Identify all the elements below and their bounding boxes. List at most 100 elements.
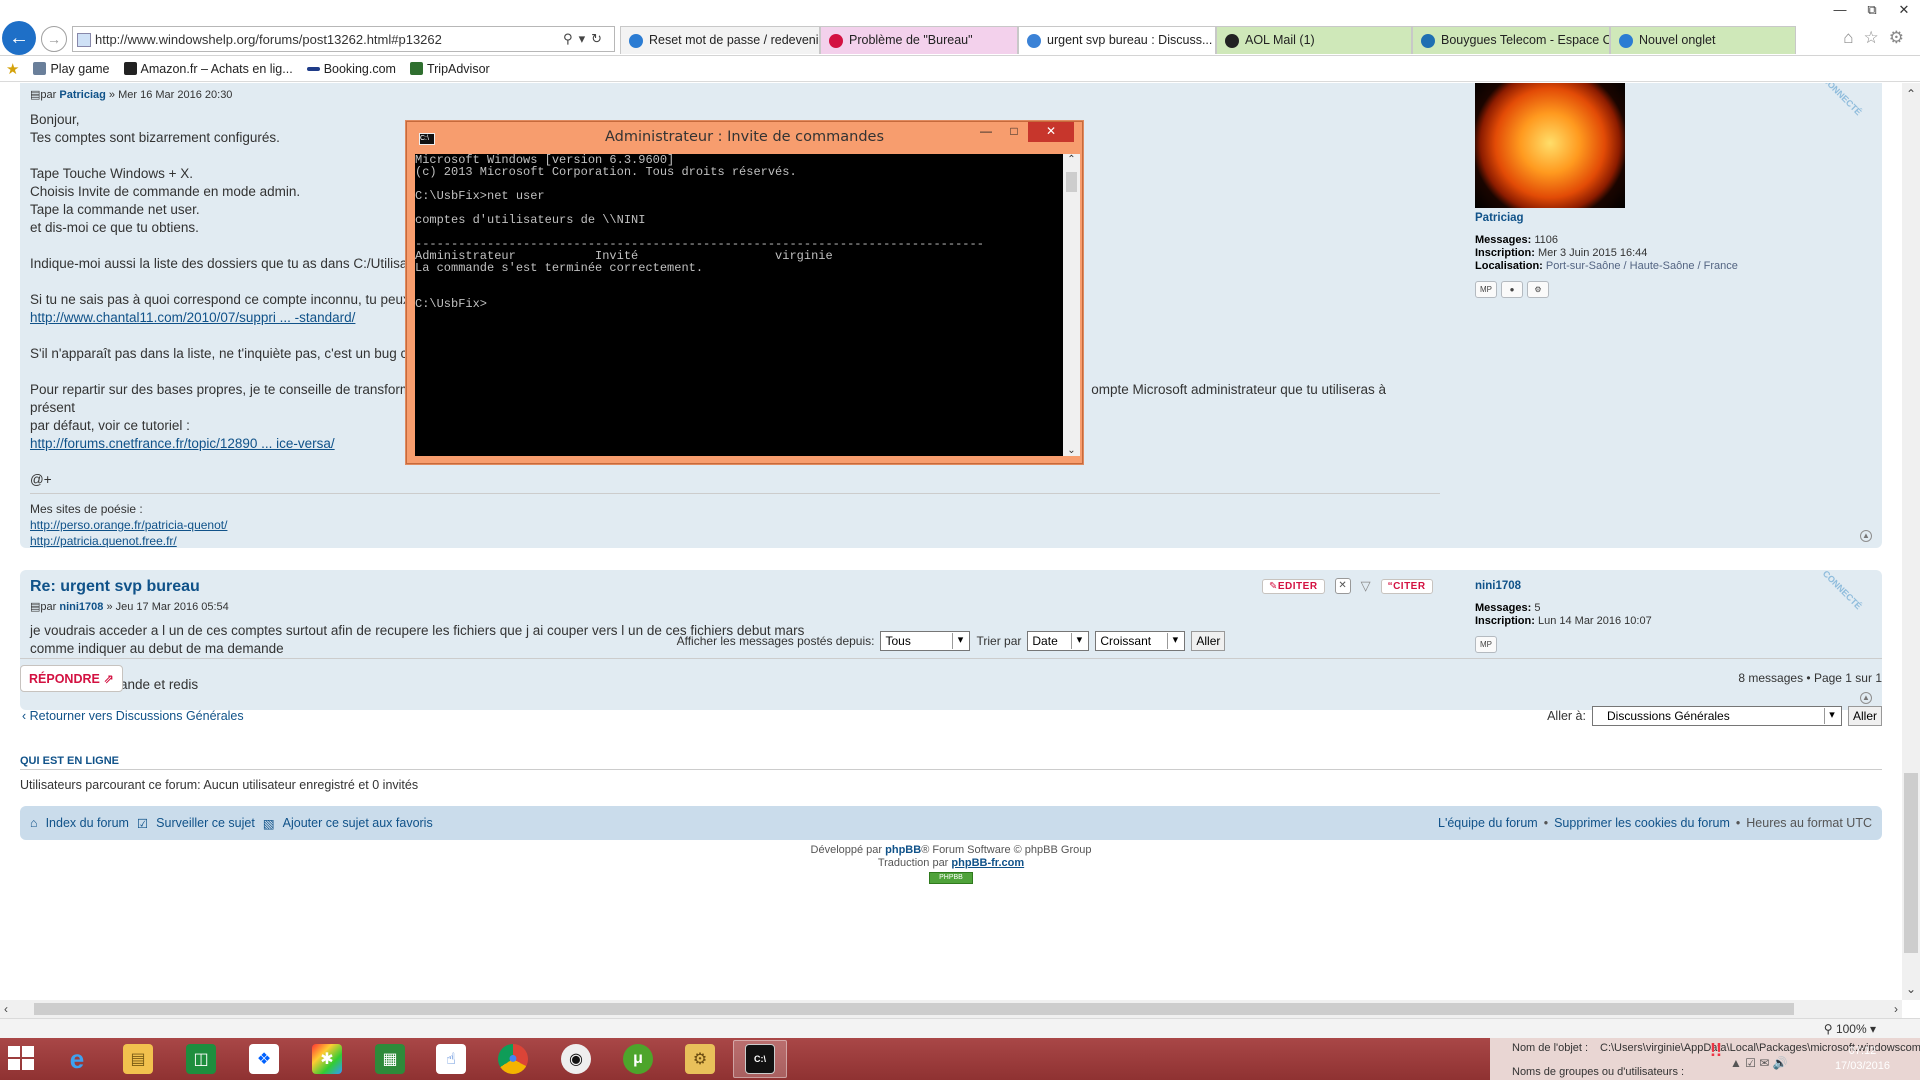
jump-to: Aller à: Discussions Générales Aller xyxy=(1547,706,1882,726)
amazon-icon xyxy=(123,62,137,75)
photo-app-icon: ✱ xyxy=(312,1044,342,1074)
cmd-scroll-thumb[interactable] xyxy=(1066,172,1077,192)
sort-key-select[interactable]: Date xyxy=(1027,631,1090,651)
warning-icon[interactable]: !! xyxy=(1710,1040,1722,1061)
report-icon[interactable]: ▽ xyxy=(1361,578,1371,594)
clock[interactable]: 07:12 17/03/2016 xyxy=(1835,1044,1890,1074)
quote-button[interactable]: “CITER xyxy=(1380,578,1433,594)
taskbar-internet-explorer[interactable]: e xyxy=(50,1040,104,1078)
favorites-bar: ★ Play game Amazon.fr – Achats en lig...… xyxy=(0,56,1920,82)
post-author-line: ▤par Patriciag » Mer 16 Mar 2016 20:30 xyxy=(30,89,233,101)
tab-reset-password[interactable]: Reset mot de passe / redevenir... xyxy=(620,26,820,54)
taskbar-touch-app[interactable]: ☝ xyxy=(424,1040,478,1078)
scroll-left-icon[interactable]: ‹ xyxy=(4,1000,8,1018)
minimize-icon[interactable]: — xyxy=(1824,0,1856,22)
aol-icon xyxy=(1225,34,1239,48)
forward-arrow-icon[interactable]: → xyxy=(41,26,67,52)
profile-username[interactable]: Patriciag xyxy=(1475,212,1738,225)
taskbar-app-tools[interactable]: ⚙ xyxy=(673,1040,727,1078)
jump-go-button[interactable]: Aller xyxy=(1847,706,1882,726)
phpbb-seo-badge[interactable]: PHPBB SEO.COM xyxy=(929,872,973,891)
scroll-down-icon[interactable]: ⌄ xyxy=(1902,982,1920,996)
status-bar: ⚲ 100% ▾ xyxy=(0,1018,1920,1038)
scroll-down-icon[interactable]: ⌄ xyxy=(1063,445,1080,456)
phpbb-fr-link[interactable]: phpBB-fr.com xyxy=(951,857,1024,869)
cmd-minimize-icon[interactable]: — xyxy=(972,122,1000,142)
close-icon[interactable]: ✕ xyxy=(1888,0,1920,22)
cmd-maximize-icon[interactable]: □ xyxy=(1000,122,1028,142)
back-to-top-icon[interactable]: ▲ xyxy=(1860,530,1872,542)
taskbar-command-prompt[interactable]: C:\ xyxy=(733,1040,787,1078)
sort-order-select[interactable]: Croissant xyxy=(1095,631,1186,651)
favorites-star-icon[interactable]: ★ xyxy=(6,60,19,78)
scroll-up-icon[interactable]: ⌃ xyxy=(1902,87,1920,101)
reply-button[interactable]: RÉPONDRE ⇗ xyxy=(20,665,123,692)
divider xyxy=(20,658,1882,659)
phpbb-link[interactable]: phpBB xyxy=(885,844,921,856)
internet-explorer-icon: e xyxy=(69,1043,85,1074)
post-title[interactable]: Re: urgent svp bureau xyxy=(30,578,200,596)
display-select[interactable]: Tous xyxy=(880,631,971,651)
taskbar-dropbox[interactable]: ❖ xyxy=(237,1040,291,1078)
website-icon[interactable]: ● xyxy=(1501,281,1523,298)
taskbar-stormtrooper-app[interactable]: ◉ xyxy=(549,1040,603,1078)
taskbar-chrome[interactable]: ● xyxy=(486,1040,540,1078)
footer-bookmark-link[interactable]: Ajouter ce sujet aux favoris xyxy=(283,816,433,830)
start-button[interactable] xyxy=(8,1046,36,1072)
who-online-text: Utilisateurs parcourant ce forum: Aucun … xyxy=(20,778,419,792)
address-bar[interactable]: http://www.windowshelp.org/forums/post13… xyxy=(72,26,615,52)
sort-go-button[interactable]: Aller xyxy=(1191,631,1226,651)
tab-aol-mail[interactable]: AOL Mail (1) xyxy=(1216,26,1412,54)
vertical-scrollbar[interactable]: ⌃ ⌄ xyxy=(1902,83,1920,1000)
back-arrow-icon[interactable]: ← xyxy=(2,21,36,55)
taskbar-store[interactable]: ◫ xyxy=(174,1040,228,1078)
home-favorites-settings-icons[interactable]: ⌂☆⚙ xyxy=(1843,28,1914,48)
taskbar-utorrent[interactable]: μ xyxy=(611,1040,665,1078)
post-author-line: ▤par nini1708 » Jeu 17 Mar 2016 05:54 xyxy=(30,601,229,613)
horizontal-scrollbar[interactable]: ‹ › xyxy=(0,1000,1902,1018)
private-message-icon[interactable]: MP xyxy=(1475,281,1497,298)
cmd-console-output[interactable]: Microsoft Windows [version 6.3.9600] (c)… xyxy=(415,154,1063,456)
edit-button[interactable]: ✎EDITER xyxy=(1262,578,1325,594)
tab-probleme-bureau[interactable]: Problème de "Bureau" xyxy=(820,26,1018,54)
delete-icon[interactable]: ✕ xyxy=(1334,578,1351,594)
vertical-scroll-thumb[interactable] xyxy=(1904,773,1918,953)
signature-link[interactable]: http://patricia.quenot.free.fr/ xyxy=(30,534,177,548)
author-link[interactable]: Patriciag xyxy=(59,89,105,101)
horizontal-scroll-thumb[interactable] xyxy=(34,1003,1794,1015)
footer-cookies-link[interactable]: Supprimer les cookies du forum xyxy=(1554,816,1730,830)
cmd-close-icon[interactable]: ✕ xyxy=(1028,122,1074,142)
favorite-amazon[interactable]: Amazon.fr – Achats en lig... xyxy=(123,62,293,76)
profile-username[interactable]: nini1708 xyxy=(1475,580,1652,593)
taskbar-file-explorer[interactable]: ▤ xyxy=(111,1040,165,1078)
restore-icon[interactable]: ⧉ xyxy=(1856,0,1888,22)
tray-icons[interactable]: ▲ ☑ ✉ 🔊 xyxy=(1730,1056,1788,1070)
favorite-play-game[interactable]: Play game xyxy=(33,62,110,76)
tab-new[interactable]: Nouvel onglet xyxy=(1610,26,1796,54)
return-link[interactable]: ‹ Retourner vers Discussions Générales xyxy=(22,709,244,723)
footer-watch-link[interactable]: Surveiller ce sujet xyxy=(156,816,255,830)
favorite-booking[interactable]: Booking.com xyxy=(306,62,396,76)
footer-index-link[interactable]: Index du forum xyxy=(46,816,129,830)
store-icon: ◫ xyxy=(186,1044,216,1074)
taskbar-photo-app[interactable]: ✱ xyxy=(300,1040,354,1078)
footer-team-link[interactable]: L'équipe du forum xyxy=(1438,816,1538,830)
scroll-up-icon[interactable]: ⌃ xyxy=(1063,154,1080,165)
window-controls: — ⧉ ✕ xyxy=(1790,0,1920,22)
scroll-right-icon[interactable]: › xyxy=(1894,1000,1898,1018)
contact-icon[interactable]: ⚙ xyxy=(1527,281,1549,298)
post-link[interactable]: http://forums.cnetfrance.fr/topic/12890 … xyxy=(30,436,335,451)
author-link[interactable]: nini1708 xyxy=(59,601,103,613)
tab-bouygues[interactable]: Bouygues Telecom - Espace C... xyxy=(1412,26,1610,54)
taskbar-calculator[interactable]: ▦ xyxy=(363,1040,417,1078)
back-to-top-icon[interactable]: ▲ xyxy=(1860,692,1872,704)
favorite-tripadvisor[interactable]: TripAdvisor xyxy=(409,62,490,76)
signature-link[interactable]: http://perso.orange.fr/patricia-quenot/ xyxy=(30,518,227,532)
tab-urgent-svp-bureau[interactable]: urgent svp bureau : Discuss...✕ xyxy=(1018,26,1216,54)
zoom-level[interactable]: ⚲ 100% ▾ xyxy=(1824,1022,1876,1036)
cmd-scrollbar[interactable]: ⌃ ⌄ xyxy=(1063,154,1080,456)
command-prompt-window[interactable]: C:\ Administrateur : Invite de commandes… xyxy=(406,121,1083,464)
jump-select[interactable]: Discussions Générales xyxy=(1591,706,1842,726)
search-refresh-icons[interactable]: ⚲▾↻ xyxy=(563,31,608,47)
post-link[interactable]: http://www.chantal11.com/2010/07/suppri … xyxy=(30,310,355,325)
